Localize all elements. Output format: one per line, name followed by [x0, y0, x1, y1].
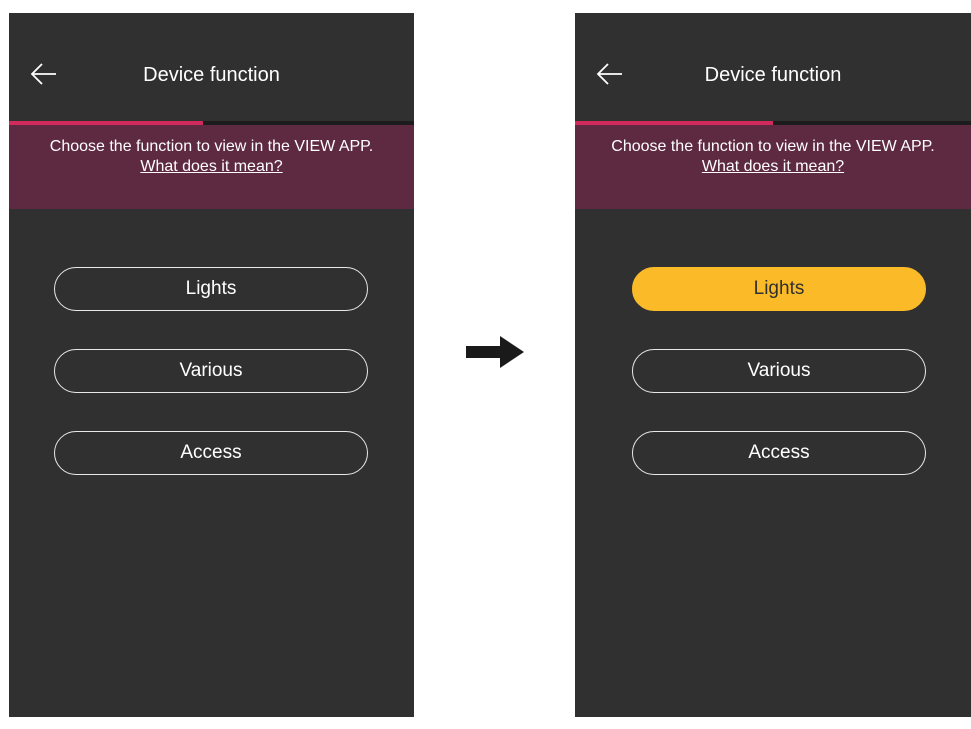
access-button[interactable]: Access [632, 431, 926, 475]
phone-screen-before: Device function Choose the function to v… [9, 13, 414, 717]
phone-screen-after: Device function Choose the function to v… [575, 13, 971, 717]
app-header: Device function [9, 13, 414, 121]
info-banner: Choose the function to view in the VIEW … [9, 125, 414, 209]
various-button[interactable]: Various [54, 349, 368, 393]
what-does-it-mean-link[interactable]: What does it mean? [702, 157, 844, 177]
lights-button[interactable]: Lights [632, 267, 926, 311]
comparison-stage: Device function Choose the function to v… [0, 0, 971, 729]
info-text: Choose the function to view in the VIEW … [49, 138, 374, 155]
info-banner: Choose the function to view in the VIEW … [575, 125, 971, 209]
page-title: Device function [143, 64, 280, 86]
what-does-it-mean-link[interactable]: What does it mean? [140, 157, 282, 177]
various-button[interactable]: Various [632, 349, 926, 393]
info-text: Choose the function to view in the VIEW … [611, 138, 935, 155]
right-arrow-icon [466, 336, 524, 368]
access-button[interactable]: Access [54, 431, 368, 475]
lights-button[interactable]: Lights [54, 267, 368, 311]
app-header: Device function [575, 13, 971, 121]
page-title: Device function [704, 64, 842, 86]
